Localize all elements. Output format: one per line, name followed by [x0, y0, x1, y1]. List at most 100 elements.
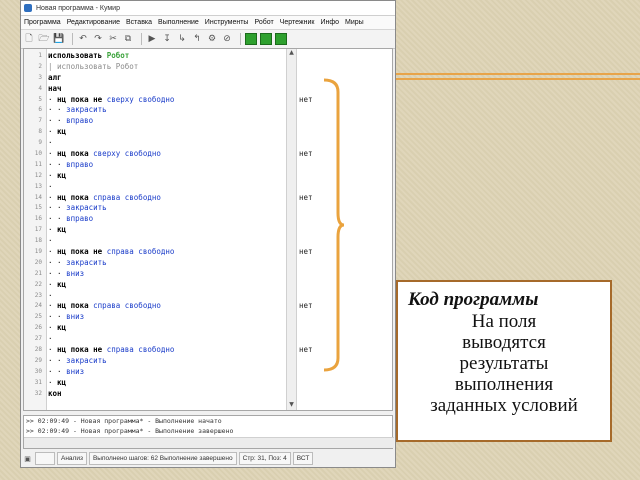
code-token: нач — [48, 83, 62, 93]
redo-icon[interactable]: ↷ — [92, 33, 104, 45]
debug-icon[interactable]: ⚙ — [206, 33, 218, 45]
code-line[interactable]: 32 кон — [35, 388, 294, 400]
code-line[interactable]: 11 · · вправо — [35, 159, 294, 171]
draftsman-icon[interactable] — [275, 33, 287, 45]
callout-body-line: выполнения — [454, 374, 554, 395]
toolbar-separator — [141, 33, 142, 45]
code-line[interactable]: 7 · · вправо — [38, 116, 294, 127]
code-line[interactable]: 4 нач — [38, 83, 294, 95]
window-title: Новая программа - Кумир — [36, 4, 120, 12]
code-token: закрасить — [66, 355, 107, 365]
code-token: кон — [48, 388, 62, 398]
code-token: справа свободно — [106, 345, 175, 355]
console-scrollbar[interactable] — [24, 437, 394, 448]
line-number: 7 — [38, 117, 42, 125]
callout-body-line: выводятся — [462, 332, 546, 353]
code-token: · — [48, 377, 58, 387]
bug-icon: ▣ — [24, 454, 31, 463]
stop-icon[interactable]: ⊘ — [221, 33, 233, 45]
code-token: · · — [48, 366, 67, 376]
output-console[interactable]: >> 02:09:49 - Новая программа* - Выполне… — [23, 415, 394, 449]
menu-item[interactable]: Инфо — [317, 19, 342, 26]
line-number: 22 — [34, 280, 42, 288]
code-line[interactable]: 9 · — [38, 138, 294, 149]
status-position: Стр: 31, Поз: 4 — [238, 452, 291, 465]
code-token: · — [48, 323, 58, 333]
code-line[interactable]: 1 использовать Робот — [38, 51, 294, 62]
code-line[interactable]: 3 алг — [38, 72, 294, 84]
code-line[interactable]: 10 · нц пока сверху свободно — [35, 149, 294, 160]
code-line[interactable]: 22 · кц — [35, 280, 294, 291]
menu-item[interactable]: Редактирование — [64, 19, 123, 26]
new-file-icon[interactable]: 🗋 — [23, 33, 35, 45]
code-line[interactable]: 16 · · вправо — [35, 214, 294, 225]
code-token: закрасить — [66, 105, 107, 115]
code-line[interactable]: 14 · нц пока справа свободно — [35, 193, 294, 204]
line-number: 21 — [34, 269, 42, 277]
menu-item[interactable]: Миры — [342, 19, 367, 26]
code-line[interactable]: 27 · — [35, 334, 294, 345]
code-line[interactable]: 18 · — [35, 236, 294, 247]
scroll-up-icon[interactable]: ▲ — [287, 49, 296, 58]
code-line[interactable]: 30 · · вниз — [35, 366, 294, 378]
code-token: · · — [48, 159, 67, 169]
save-icon[interactable]: 💾 — [53, 33, 65, 45]
code-line[interactable]: 6 · · закрасить — [38, 105, 294, 116]
code-token: справа свободно — [93, 301, 161, 311]
step-out-icon[interactable]: ↰ — [191, 33, 203, 45]
code-token: алг — [48, 72, 62, 82]
code-line[interactable]: 17 · кц — [35, 225, 294, 236]
step-over-icon[interactable]: ↧ — [161, 33, 173, 45]
step-into-icon[interactable]: ↳ — [176, 33, 188, 45]
code-line[interactable]: 28 · нц пока не справа свободно — [35, 345, 294, 356]
code-token: · — [48, 94, 58, 104]
code-line[interactable]: 12 · кц — [35, 171, 294, 182]
open-file-icon[interactable]: 🗁 — [38, 33, 50, 45]
code-line[interactable]: 13 · — [35, 182, 294, 193]
code-line[interactable]: 23 · — [35, 291, 294, 302]
line-number: 26 — [34, 324, 42, 332]
status-insert-mode: ВСТ — [292, 452, 314, 465]
code-token: · · — [48, 355, 67, 365]
callout-body: На поля выводятся результаты выполнения … — [398, 311, 610, 416]
code-line[interactable]: 19 · нц пока не справа свободно — [35, 247, 294, 258]
code-line[interactable]: 24 · нц пока справа свободно — [35, 301, 294, 312]
code-line[interactable]: 20 · · закрасить — [35, 258, 294, 269]
menu-item[interactable]: Инструменты — [202, 19, 252, 26]
code-line[interactable]: 25 · · вниз — [35, 312, 294, 323]
decorative-line-bottom — [396, 78, 640, 80]
menu-item[interactable]: Программа — [21, 19, 64, 26]
code-line[interactable]: 29 · · закрасить — [35, 355, 294, 367]
menu-item[interactable]: Выполнение — [155, 19, 202, 26]
code-line[interactable]: 2 | использовать Робот — [38, 62, 294, 73]
scroll-down-icon[interactable]: ▼ — [287, 401, 296, 410]
menu-item[interactable]: Чертежник — [277, 19, 318, 26]
copy-icon[interactable]: ⧉ — [122, 33, 134, 45]
menu-item[interactable]: Вставка — [123, 19, 155, 26]
code-token: нц пока не — [57, 345, 107, 355]
line-number: 30 — [34, 367, 42, 375]
code-line[interactable]: 21 · · вниз — [35, 269, 294, 280]
code-token: · · — [48, 203, 67, 213]
code-token: вправо — [66, 159, 94, 169]
menu-item[interactable]: Робот — [251, 19, 276, 26]
line-number: 24 — [34, 302, 42, 310]
undo-icon[interactable]: ↶ — [77, 33, 89, 45]
code-token: · — [48, 345, 58, 355]
robot-icon[interactable] — [245, 33, 257, 45]
code-line[interactable]: 15 · · закрасить — [35, 203, 294, 214]
code-line[interactable]: 26 · кц — [35, 323, 294, 334]
cut-icon[interactable]: ✂ — [107, 33, 119, 45]
code-token: кц — [57, 323, 67, 333]
robot-field-icon[interactable] — [260, 33, 272, 45]
line-number: 11 — [34, 160, 42, 168]
run-icon[interactable]: ▶ — [146, 33, 158, 45]
code-token: · — [48, 334, 53, 344]
code-line[interactable]: 5 · нц пока не сверху свободно — [38, 94, 294, 106]
code-area[interactable]: 1 использовать Робот 2 | использовать Робот… — [35, 51, 294, 400]
code-line[interactable]: 31 · кц — [35, 377, 294, 389]
code-token: кц — [57, 127, 67, 137]
code-line[interactable]: 8 · кц — [38, 127, 294, 138]
line-number: 27 — [34, 335, 42, 343]
code-token: закрасить — [66, 203, 107, 213]
